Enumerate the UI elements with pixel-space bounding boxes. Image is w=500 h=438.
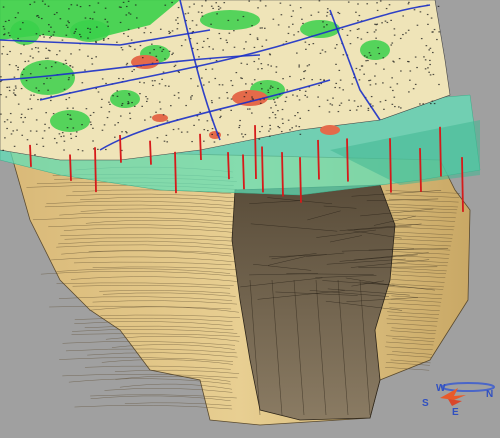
- compass-label-north: N: [486, 389, 493, 400]
- compass-label-south: S: [422, 398, 429, 409]
- geology-dark-core: [231, 184, 396, 421]
- compass-arrow-tail: [448, 399, 462, 406]
- compass-label-west: W: [436, 383, 446, 394]
- compass-label-east: E: [452, 407, 459, 418]
- geology-scene[interactable]: [0, 0, 500, 438]
- 3d-viewport[interactable]: W N S E: [0, 0, 500, 438]
- compass-widget[interactable]: W N S E: [418, 378, 500, 418]
